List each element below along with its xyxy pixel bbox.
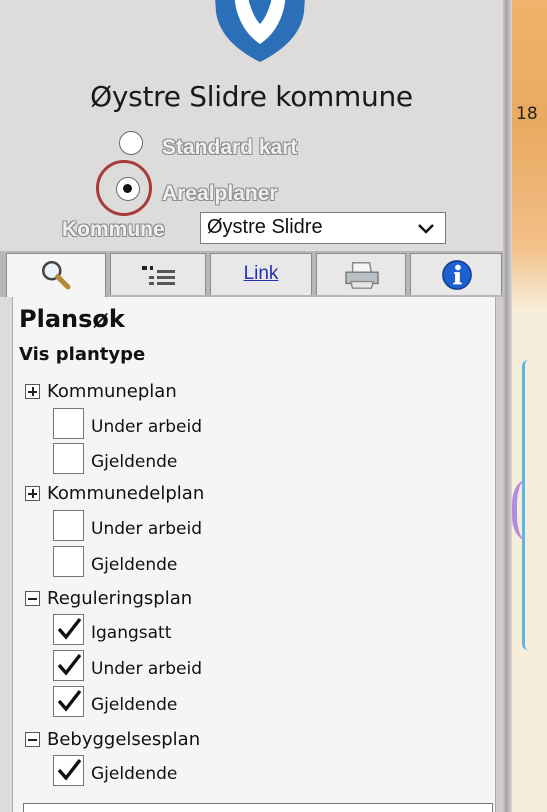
collapse-icon[interactable] bbox=[25, 732, 40, 747]
checkbox-unchecked[interactable] bbox=[53, 443, 84, 474]
checkbox-label[interactable]: Gjeldende bbox=[91, 764, 177, 784]
map-label: 18 bbox=[516, 104, 538, 124]
plantype-subtitle: Vis plantype bbox=[19, 344, 146, 365]
checkmark-icon bbox=[57, 689, 82, 712]
left-panel: Øystre Slidre kommune Standard kart Area… bbox=[0, 0, 503, 812]
checkbox-label[interactable]: Gjeldende bbox=[91, 452, 177, 472]
plansok-title: Plansøk bbox=[19, 305, 125, 333]
checkbox-checked[interactable] bbox=[53, 686, 84, 717]
panel-splitter[interactable] bbox=[503, 0, 512, 812]
group-label[interactable]: Kommunedelplan bbox=[47, 483, 204, 504]
tab-link-label[interactable]: Link bbox=[211, 263, 311, 285]
tab-link[interactable]: Link bbox=[210, 253, 312, 295]
checkbox-unchecked[interactable] bbox=[53, 546, 84, 577]
checkbox-label[interactable]: Gjeldende bbox=[91, 695, 177, 715]
municipality-logo bbox=[215, 0, 305, 62]
kommune-select-value: Øystre Slidre bbox=[207, 216, 323, 238]
map-terrain bbox=[512, 0, 547, 310]
collapse-icon[interactable] bbox=[25, 591, 40, 606]
checkbox-unchecked[interactable] bbox=[53, 408, 84, 439]
expand-icon[interactable] bbox=[25, 384, 40, 399]
tab-print[interactable] bbox=[316, 253, 406, 295]
checkmark-icon bbox=[57, 758, 82, 781]
info-icon bbox=[442, 260, 472, 290]
municipality-name: Øystre Slidre kommune bbox=[90, 80, 413, 113]
kommune-select[interactable]: Øystre Slidre bbox=[200, 212, 446, 244]
checkbox-checked[interactable] bbox=[53, 614, 84, 645]
tab-search[interactable] bbox=[6, 253, 106, 297]
radio-standard-kart[interactable] bbox=[119, 131, 143, 155]
radio-label-standard-kart[interactable]: Standard kart bbox=[162, 136, 297, 160]
checkbox-checked[interactable] bbox=[53, 755, 84, 786]
map-view[interactable]: 18 bbox=[512, 0, 547, 812]
checkbox-label[interactable]: Under arbeid bbox=[91, 519, 202, 539]
tab-bar: Link bbox=[0, 251, 503, 297]
checkmark-icon bbox=[57, 653, 82, 676]
kommune-label: Kommune bbox=[62, 218, 165, 241]
checkbox-checked[interactable] bbox=[53, 650, 84, 681]
checkbox-label[interactable]: Igangsatt bbox=[91, 623, 171, 643]
chevron-down-icon bbox=[418, 224, 434, 234]
checkbox-label[interactable]: Under arbeid bbox=[91, 659, 202, 679]
printer-icon bbox=[345, 262, 379, 289]
tab-info[interactable] bbox=[410, 253, 502, 295]
search-icon bbox=[41, 260, 71, 290]
group-label[interactable]: Reguleringsplan bbox=[47, 588, 192, 609]
radio-label-arealplaner[interactable]: Arealplaner bbox=[162, 182, 278, 206]
tab-legend[interactable] bbox=[110, 253, 206, 295]
expand-icon[interactable] bbox=[25, 486, 40, 501]
checkmark-icon bbox=[57, 617, 82, 640]
legend-icon bbox=[142, 266, 175, 285]
plansok-panel: Plansøk Vis plantype Kommuneplan Under a… bbox=[12, 297, 496, 812]
group-label[interactable]: Bebyggelsesplan bbox=[47, 729, 200, 750]
partial-input-box[interactable] bbox=[23, 803, 493, 812]
map-river bbox=[522, 360, 534, 650]
checkbox-label[interactable]: Gjeldende bbox=[91, 555, 177, 575]
checkbox-label[interactable]: Under arbeid bbox=[91, 417, 202, 437]
group-label[interactable]: Kommuneplan bbox=[47, 381, 177, 402]
checkbox-unchecked[interactable] bbox=[53, 510, 84, 541]
highlight-circle-annotation bbox=[96, 160, 152, 216]
